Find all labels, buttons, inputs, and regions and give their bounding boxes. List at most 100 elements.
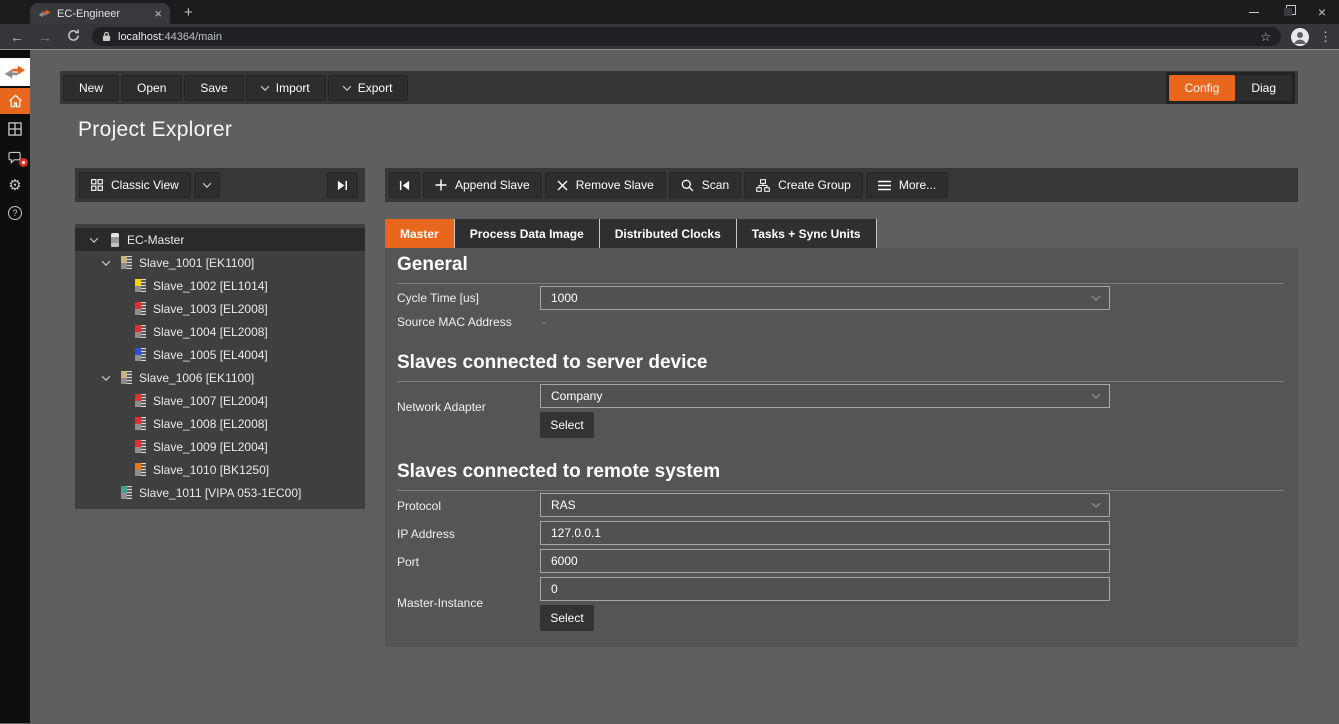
protocol-value: RAS: [551, 498, 576, 512]
forward-icon[interactable]: →: [36, 29, 54, 45]
port-field[interactable]: [540, 549, 1110, 573]
source-mac-label: Source MAC Address: [397, 315, 512, 329]
source-mac-value: -: [542, 315, 546, 329]
sidebar-item-help[interactable]: ?: [0, 200, 30, 226]
network-adapter-select[interactable]: Company: [540, 384, 1110, 408]
tree-item-slave-1001[interactable]: Slave_1001 [EK1100]: [75, 251, 365, 274]
view-selector-label: Classic View: [111, 178, 179, 192]
master-instance-field[interactable]: [540, 577, 1110, 601]
adapter-select-button[interactable]: Select: [540, 412, 594, 438]
tree-item-label: Slave_1006 [EK1100]: [139, 371, 254, 385]
tree-item-slave-1005[interactable]: Slave_1005 [EL4004]: [75, 343, 365, 366]
plus-icon: [435, 179, 447, 191]
network-adapter-label: Network Adapter: [397, 400, 486, 414]
import-button[interactable]: Import: [246, 75, 326, 101]
slave-icon: [121, 256, 132, 269]
minimize-icon: [1249, 12, 1259, 13]
profile-avatar[interactable]: [1291, 28, 1309, 46]
export-button[interactable]: Export: [328, 75, 409, 101]
slave-icon: [135, 348, 146, 361]
expander-chevron-icon[interactable]: [103, 375, 121, 381]
bookmark-star-icon[interactable]: ☆: [1260, 30, 1271, 44]
browser-tab[interactable]: EC-Engineer ×: [30, 3, 170, 24]
chevron-down-icon: [1092, 390, 1100, 398]
tree-item-label: Slave_1011 [VIPA 053-1EC00]: [139, 486, 301, 500]
cycle-time-select[interactable]: 1000: [540, 286, 1110, 310]
tab-master[interactable]: Master: [385, 219, 454, 248]
detail-tabs: Master Process Data Image Distributed Cl…: [385, 219, 877, 248]
open-button[interactable]: Open: [121, 75, 182, 101]
scan-button[interactable]: Scan: [669, 172, 741, 198]
diag-mode-button[interactable]: Diag: [1235, 75, 1292, 101]
instance-select-button[interactable]: Select: [540, 605, 594, 631]
tree-item-slave-1006[interactable]: Slave_1006 [EK1100]: [75, 366, 365, 389]
page-title: Project Explorer: [78, 118, 232, 142]
tree-item-ec-master[interactable]: EC-Master: [75, 228, 365, 251]
remove-slave-button[interactable]: Remove Slave: [545, 172, 666, 198]
sidebar-item-notifications[interactable]: [0, 144, 30, 170]
tree-item-slave-1010[interactable]: Slave_1010 [BK1250]: [75, 458, 365, 481]
tree-item-label: Slave_1002 [EL1014]: [153, 279, 268, 293]
view-selector-dropdown-button[interactable]: [194, 172, 220, 198]
chevron-down-icon: [1092, 499, 1100, 507]
minimize-button[interactable]: [1237, 0, 1271, 24]
slave-icon: [135, 440, 146, 453]
slave-icon: [121, 371, 132, 384]
tree-panel-header: Classic View: [75, 168, 365, 202]
tree-item-slave-1004[interactable]: Slave_1004 [EL2008]: [75, 320, 365, 343]
skip-start-icon: [399, 180, 410, 191]
more-button[interactable]: More...: [866, 172, 948, 198]
master-settings-form: General Cycle Time [us] 1000 Source MAC …: [385, 248, 1298, 647]
refresh-icon[interactable]: [64, 29, 82, 45]
collapse-left-button[interactable]: [389, 172, 420, 198]
sidebar-item-home[interactable]: [0, 88, 30, 114]
close-button[interactable]: ×: [1305, 0, 1339, 24]
tree-item-slave-1003[interactable]: Slave_1003 [EL2008]: [75, 297, 365, 320]
expander-chevron-icon[interactable]: [91, 237, 109, 243]
tab-distributed-clocks[interactable]: Distributed Clocks: [599, 219, 736, 248]
browser-menu-icon[interactable]: ⋮: [1319, 29, 1331, 45]
ip-address-field[interactable]: [540, 521, 1110, 545]
network-adapter-value: Company: [551, 389, 602, 403]
browser-url-bar: ← → localhost:44364/main ☆ ⋮: [0, 24, 1339, 50]
lock-icon: [102, 31, 111, 42]
view-selector-button[interactable]: Classic View: [79, 172, 191, 198]
append-slave-button[interactable]: Append Slave: [423, 172, 542, 198]
protocol-select[interactable]: RAS: [540, 493, 1110, 517]
help-icon: ?: [8, 206, 22, 220]
notification-badge: [19, 158, 28, 167]
tree-item-slave-1011[interactable]: Slave_1011 [VIPA 053-1EC00]: [75, 481, 365, 504]
home-icon: [8, 94, 23, 108]
chevron-down-icon: [1092, 292, 1100, 300]
tree-item-label: Slave_1001 [EK1100]: [139, 256, 254, 270]
config-mode-button[interactable]: Config: [1169, 75, 1236, 101]
tree-item-slave-1002[interactable]: Slave_1002 [EL1014]: [75, 274, 365, 297]
tab-tasks-sync-units[interactable]: Tasks + Sync Units: [736, 219, 877, 248]
expander-chevron-icon[interactable]: [103, 260, 121, 266]
tree-item-slave-1007[interactable]: Slave_1007 [EL2004]: [75, 389, 365, 412]
tree-item-label: EC-Master: [127, 233, 184, 247]
new-button[interactable]: New: [63, 75, 119, 101]
tree-item-slave-1008[interactable]: Slave_1008 [EL2008]: [75, 412, 365, 435]
chevron-down-icon: [203, 179, 211, 187]
cycle-time-value: 1000: [551, 291, 578, 305]
slave-icon: [135, 463, 146, 476]
url-input[interactable]: localhost:44364/main ☆: [92, 27, 1281, 46]
tab-close-icon[interactable]: ×: [154, 7, 162, 20]
tab-process-data-image[interactable]: Process Data Image: [454, 219, 599, 248]
back-icon[interactable]: ←: [8, 29, 26, 45]
remote-section-heading: Slaves connected to remote system: [397, 461, 1284, 491]
restore-button[interactable]: [1271, 0, 1305, 24]
tree-item-slave-1009[interactable]: Slave_1009 [EL2004]: [75, 435, 365, 458]
sitemap-icon: [756, 179, 770, 192]
save-button[interactable]: Save: [184, 75, 243, 101]
sidebar-item-settings[interactable]: ⚙: [0, 172, 30, 198]
sidebar-item-views[interactable]: [0, 116, 30, 142]
classic-view-icon: [91, 179, 103, 191]
window-controls: ×: [1237, 0, 1339, 24]
collapse-panel-button[interactable]: [327, 172, 358, 198]
new-tab-button[interactable]: +: [184, 4, 193, 21]
slave-icon: [135, 302, 146, 315]
create-group-button[interactable]: Create Group: [744, 172, 863, 198]
app-window: ⚙ ? New Open Save Import Export Config D…: [0, 50, 1339, 723]
